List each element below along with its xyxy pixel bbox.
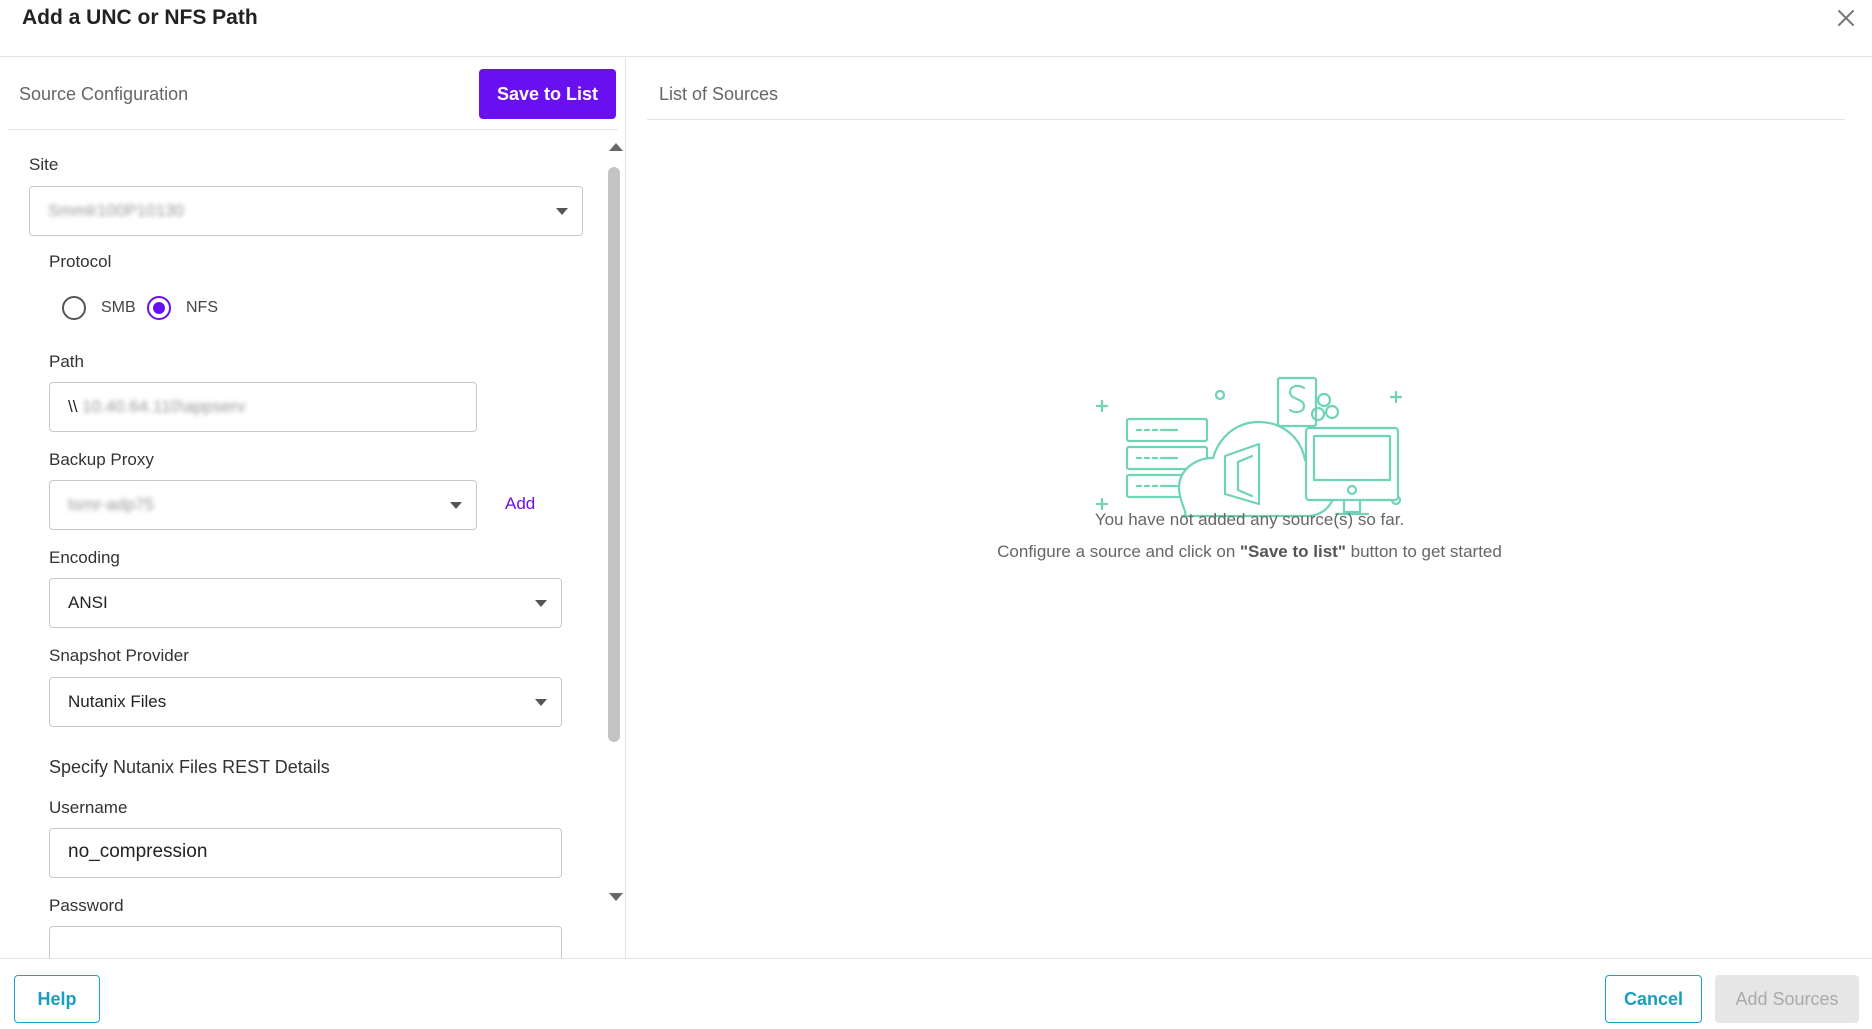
radio-smb-label[interactable]: SMB [101, 299, 136, 317]
site-label: Site [29, 155, 59, 174]
scroll-down-arrow-icon[interactable] [609, 893, 623, 901]
empty-hint-suffix: button to get started [1345, 542, 1502, 561]
close-icon[interactable] [1832, 4, 1860, 32]
help-button[interactable]: Help [14, 975, 100, 1023]
radio-smb[interactable] [62, 296, 86, 320]
path-label: Path [49, 352, 84, 371]
empty-sources-illustration [1095, 376, 1403, 518]
chevron-down-icon [535, 699, 547, 706]
form-scrollbar[interactable] [605, 138, 625, 928]
scroll-up-arrow-icon[interactable] [609, 143, 623, 151]
username-value: no_compression [68, 841, 208, 862]
path-input[interactable]: \\ 10.40.64.110\appserv [49, 382, 477, 432]
dialog-titlebar: Add a UNC or NFS Path [0, 0, 1872, 57]
snapshot-provider-label: Snapshot Provider [49, 646, 189, 665]
username-label: Username [49, 798, 128, 817]
backup-proxy-label: Backup Proxy [49, 450, 154, 469]
cancel-button[interactable]: Cancel [1605, 975, 1702, 1023]
list-of-sources-header: List of Sources [647, 58, 1845, 120]
add-sources-button[interactable]: Add Sources [1715, 975, 1859, 1023]
add-proxy-link[interactable]: Add [505, 494, 535, 514]
snapshot-provider-select[interactable]: Nutanix Files [49, 677, 562, 727]
username-input[interactable]: no_compression [49, 828, 562, 878]
encoding-label: Encoding [49, 548, 120, 567]
save-to-list-button[interactable]: Save to List [479, 69, 616, 119]
site-select[interactable]: Smmlr100P10130 [29, 186, 583, 236]
dialog-title: Add a UNC or NFS Path [22, 6, 258, 29]
empty-state-message: You have not added any source(s) so far. [1094, 510, 1405, 529]
empty-hint-prefix: Configure a source and click on [997, 542, 1240, 561]
backup-proxy-select[interactable]: tsmr-adp75 [49, 480, 477, 530]
protocol-label: Protocol [49, 252, 112, 271]
scroll-thumb[interactable] [608, 167, 620, 742]
encoding-select[interactable]: ANSI [49, 578, 562, 628]
radio-nfs-label[interactable]: NFS [186, 299, 218, 317]
chevron-down-icon [535, 600, 547, 607]
rest-details-heading: Specify Nutanix Files REST Details [49, 757, 330, 777]
radio-nfs[interactable] [147, 296, 171, 320]
list-of-sources-title: List of Sources [659, 84, 779, 104]
source-form: Site Smmlr100P10130 Protocol SMB NFS Pat… [0, 130, 610, 958]
dialog-footer: Help Cancel Add Sources [0, 958, 1872, 1029]
chevron-down-icon [556, 208, 568, 215]
empty-hint-bold: "Save to list" [1240, 542, 1346, 561]
snapshot-provider-value: Nutanix Files [68, 692, 167, 711]
source-configuration-header: Source Configuration Save to List [8, 58, 618, 130]
password-label: Password [49, 896, 124, 915]
backup-proxy-value: tsmr-adp75 [68, 495, 154, 514]
source-configuration-title: Source Configuration [19, 84, 189, 104]
source-configuration-panel: Source Configuration Save to List Site S… [0, 58, 626, 958]
path-prefix: \\ [68, 397, 78, 416]
list-of-sources-panel: List of Sources You have not added any s… [627, 58, 1872, 958]
path-value: 10.40.64.110\appserv [82, 397, 246, 416]
add-path-dialog: Add a UNC or NFS Path Source Configurati… [0, 0, 1872, 1029]
empty-state-hint: Configure a source and click on "Save to… [627, 542, 1872, 562]
encoding-value: ANSI [68, 593, 108, 612]
chevron-down-icon [450, 502, 462, 509]
site-value: Smmlr100P10130 [48, 201, 185, 220]
password-input[interactable] [49, 926, 562, 958]
